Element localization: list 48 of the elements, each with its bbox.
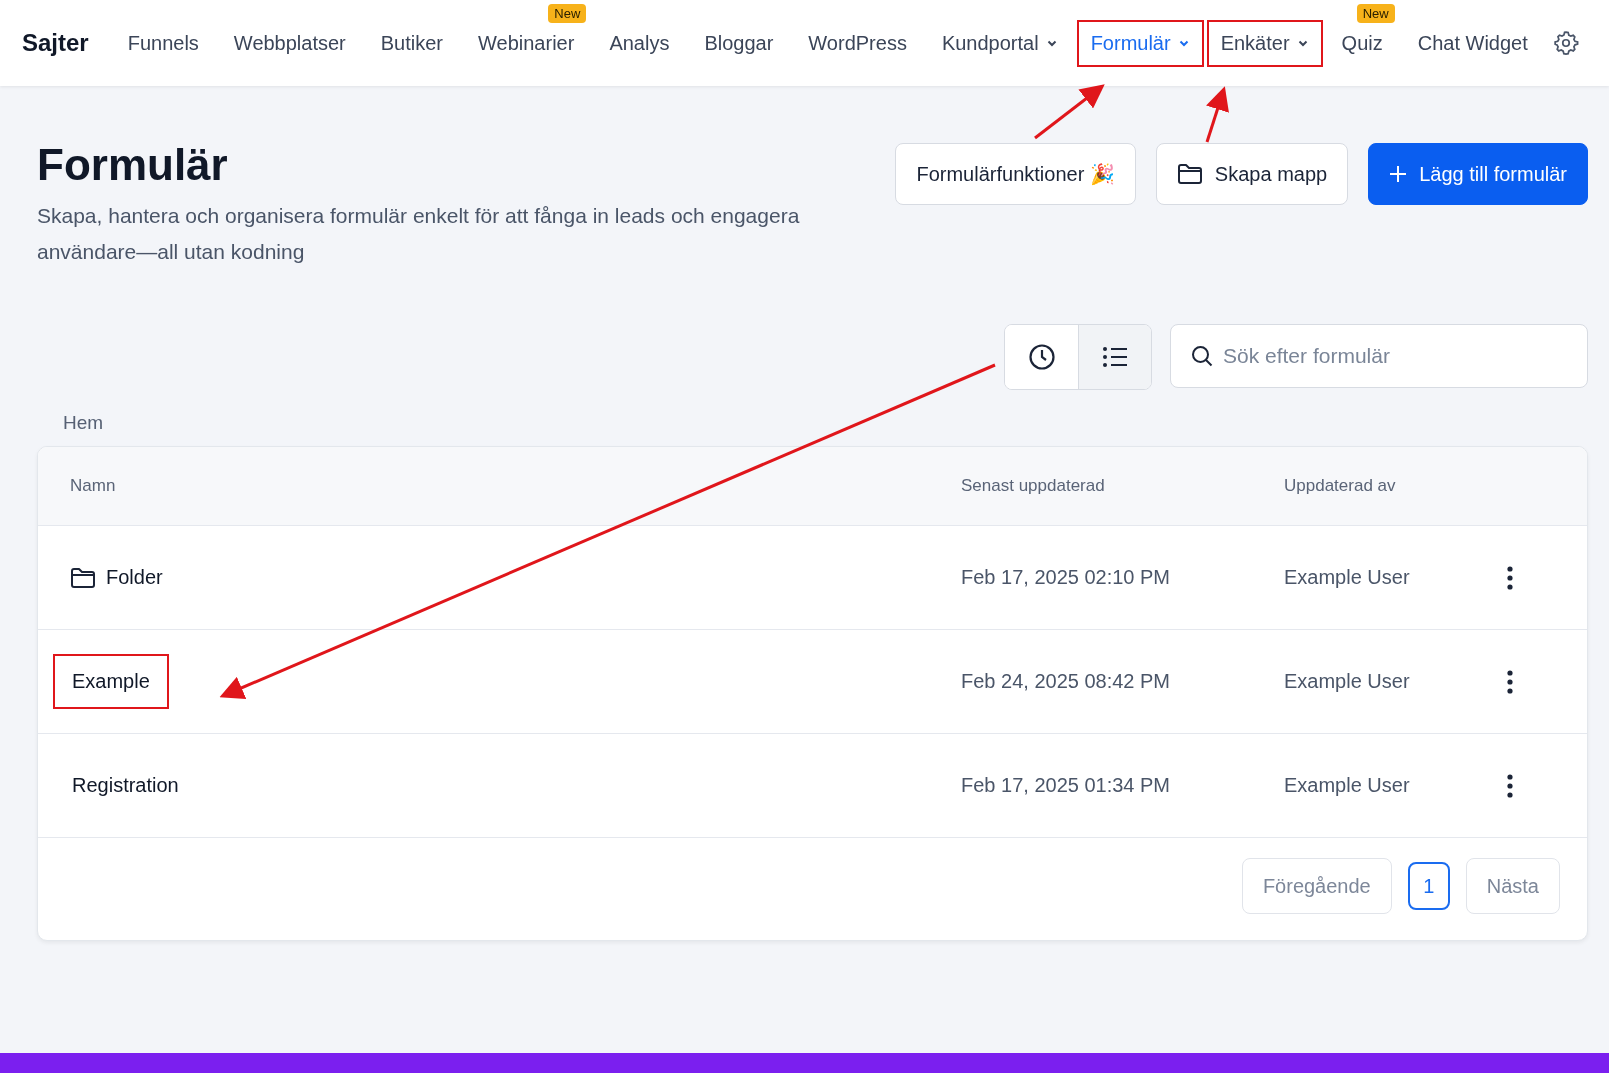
breadcrumb[interactable]: Hem bbox=[0, 390, 1609, 434]
nav-item[interactable]: Formulär bbox=[1076, 19, 1204, 67]
action-button[interactable]: Lägg till formulär bbox=[1368, 143, 1588, 205]
next-button[interactable]: Nästa bbox=[1465, 858, 1560, 914]
nav-item[interactable]: Funnels bbox=[125, 19, 201, 67]
folder-icon bbox=[1176, 163, 1203, 185]
row-name[interactable]: Registration bbox=[53, 758, 198, 813]
settings-icon[interactable] bbox=[1552, 30, 1579, 56]
more-options-icon[interactable] bbox=[1507, 669, 1513, 694]
nav-item[interactable]: Kundportal bbox=[939, 19, 1060, 67]
table-cell-text: Example User bbox=[1284, 670, 1411, 693]
page-title: Formulär bbox=[37, 140, 229, 190]
list-icon bbox=[1102, 346, 1128, 368]
nav-item[interactable]: Webbplatser bbox=[231, 19, 348, 67]
new-badge: New bbox=[548, 3, 587, 23]
brand-name[interactable]: Sajter bbox=[22, 29, 89, 57]
table-cell-text: Feb 17, 2025 02:10 PM bbox=[961, 566, 1172, 589]
previous-button[interactable]: Föregående bbox=[1241, 858, 1392, 914]
nav-item[interactable]: Bloggar bbox=[702, 19, 776, 67]
column-header: Uppdaterad av bbox=[1284, 476, 1397, 496]
row-name[interactable]: Example bbox=[53, 654, 169, 709]
view-toggle-button[interactable] bbox=[1078, 325, 1151, 389]
search-field[interactable]: Sök efter formulär bbox=[1170, 324, 1588, 388]
plus-icon bbox=[1389, 165, 1408, 183]
more-options-icon[interactable] bbox=[1507, 773, 1513, 798]
action-button[interactable]: Formulärfunktioner 🎉 bbox=[895, 143, 1136, 205]
search-icon bbox=[1191, 345, 1213, 367]
nav-item[interactable]: Butiker bbox=[378, 19, 446, 67]
nav-item[interactable]: Chat Widget bbox=[1415, 19, 1530, 67]
table-cell-text: Feb 17, 2025 01:34 PM bbox=[961, 774, 1172, 797]
table-cell-text: Example User bbox=[1284, 774, 1411, 797]
new-badge: New bbox=[1356, 3, 1395, 23]
nav-item[interactable]: Enkäter bbox=[1206, 19, 1323, 67]
more-options-icon[interactable] bbox=[1507, 565, 1513, 590]
row-name[interactable]: Folder bbox=[87, 550, 182, 605]
column-header: Namn bbox=[70, 476, 117, 496]
page-button[interactable]: 1 bbox=[1407, 862, 1450, 910]
column-header: Senast uppdaterad bbox=[961, 476, 1106, 496]
clock-icon bbox=[1027, 343, 1056, 371]
annotation-arrow bbox=[1034, 84, 1105, 140]
annotation-arrow bbox=[1205, 86, 1229, 143]
table-cell-text: Example User bbox=[1284, 566, 1411, 589]
nav-item[interactable]: WordPress bbox=[806, 19, 909, 67]
folder-icon bbox=[70, 566, 96, 589]
action-button[interactable]: Skapa mapp bbox=[1155, 143, 1349, 205]
table-cell-text: Feb 24, 2025 08:42 PM bbox=[961, 670, 1172, 693]
nav-item[interactable]: Analys bbox=[607, 19, 672, 67]
page-description: Skapa, hantera och organisera formulär enkelt för att fånga in leads och engagera användare—all utan kodning bbox=[37, 203, 801, 265]
